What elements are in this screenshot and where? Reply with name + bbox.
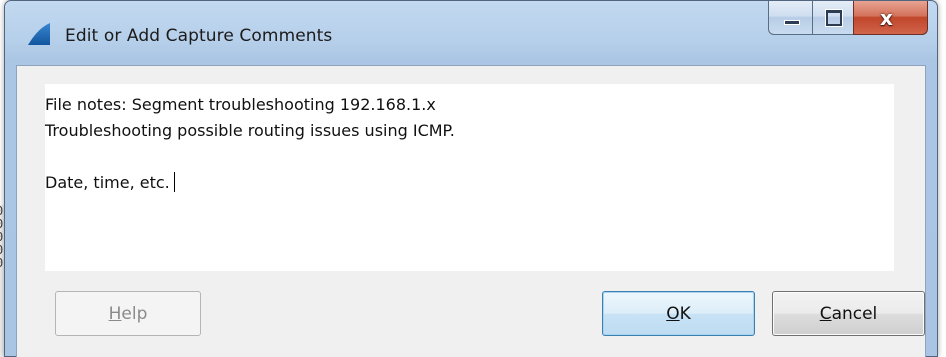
caption-buttons: x xyxy=(768,1,928,37)
ok-mnemonic: O xyxy=(666,303,680,324)
comment-line: File notes: Segment troubleshooting 192.… xyxy=(45,95,436,114)
minimize-button[interactable] xyxy=(768,1,812,35)
help-mnemonic: H xyxy=(108,303,122,324)
ok-label: K xyxy=(679,303,691,324)
title-bar[interactable]: Edit or Add Capture Comments x xyxy=(5,1,937,65)
capture-comments-dialog: Edit or Add Capture Comments x File note… xyxy=(4,0,938,357)
comment-line: Date, time, etc. xyxy=(45,170,894,196)
maximize-icon xyxy=(825,9,843,27)
text-caret xyxy=(173,172,175,192)
maximize-button[interactable] xyxy=(812,1,853,35)
cancel-mnemonic: C xyxy=(819,303,832,324)
wireshark-fin-icon xyxy=(28,23,50,45)
screen: 00 00 00 00 00 Edit or Add Capture Comme… xyxy=(0,0,946,357)
comment-line: Troubleshooting possible routing issues … xyxy=(45,121,455,140)
window-title: Edit or Add Capture Comments xyxy=(65,26,333,46)
close-icon: x xyxy=(880,6,893,30)
cancel-button[interactable]: Cancel xyxy=(772,291,925,336)
comment-line xyxy=(45,144,894,170)
close-button[interactable]: x xyxy=(853,1,928,35)
cancel-label: ancel xyxy=(831,303,878,324)
ok-button[interactable]: OK xyxy=(602,291,755,336)
minimize-icon xyxy=(784,20,800,25)
help-label: elp xyxy=(121,303,148,324)
dialog-body: File notes: Segment troubleshooting 192.… xyxy=(16,65,926,357)
comments-text-area[interactable]: File notes: Segment troubleshooting 192.… xyxy=(45,84,894,271)
help-button[interactable]: Help xyxy=(55,291,201,336)
